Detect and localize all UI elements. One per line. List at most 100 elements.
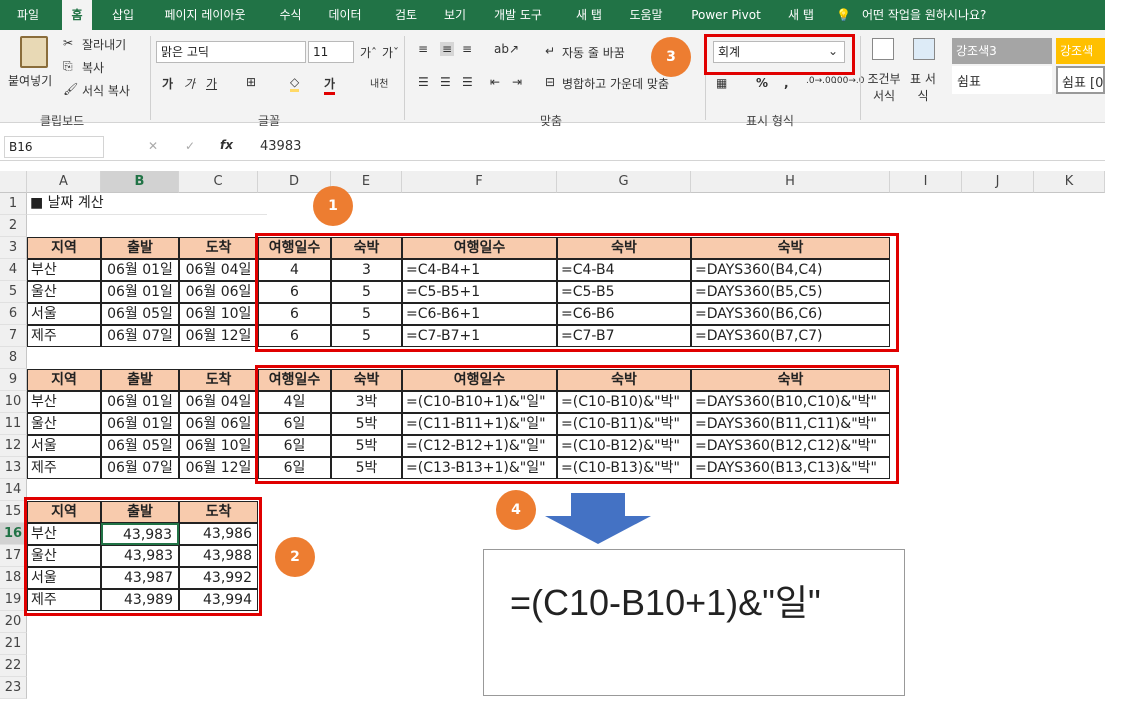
font-size-select[interactable]: 11 bbox=[308, 41, 354, 63]
cell-A15[interactable]: 지역 bbox=[27, 501, 101, 523]
comma-style-icon[interactable]: , bbox=[784, 76, 789, 90]
cell-B3[interactable]: 출발 bbox=[101, 237, 179, 259]
cell-C11[interactable]: 06월 06일 bbox=[179, 413, 258, 435]
column-header-A[interactable]: A bbox=[27, 171, 101, 193]
cell-A12[interactable]: 서울 bbox=[27, 435, 101, 457]
cell-F10[interactable]: =(C10-B10+1)&"일" bbox=[402, 391, 557, 413]
cell-D6[interactable]: 6 bbox=[258, 303, 331, 325]
cell-C3[interactable]: 도착 bbox=[179, 237, 258, 259]
cell-G4[interactable]: =C4-B4 bbox=[557, 259, 691, 281]
cell-B7[interactable]: 06월 07일 bbox=[101, 325, 179, 347]
border-icon[interactable]: ⊞ bbox=[246, 75, 256, 89]
cell-E3[interactable]: 숙박 bbox=[331, 237, 402, 259]
cell-E5[interactable]: 5 bbox=[331, 281, 402, 303]
cell-F3[interactable]: 여행일수 bbox=[402, 237, 557, 259]
cell-A9[interactable]: 지역 bbox=[27, 369, 101, 391]
tab-0[interactable]: 파일 bbox=[8, 0, 48, 30]
paste-button-label[interactable]: 붙여넣기 bbox=[8, 72, 52, 89]
cell-B9[interactable]: 출발 bbox=[101, 369, 179, 391]
cell-G11[interactable]: =(C10-B11)&"박" bbox=[557, 413, 691, 435]
wrap-text-button[interactable]: 자동 줄 바꿈 bbox=[562, 44, 625, 61]
cell-B19[interactable]: 43,989 bbox=[101, 589, 179, 611]
tab-6[interactable]: 검토 bbox=[382, 0, 430, 30]
align-left-icon[interactable]: ☰ bbox=[418, 75, 429, 89]
cell-D13[interactable]: 6일 bbox=[258, 457, 331, 479]
decrease-indent-icon[interactable]: ⇤ bbox=[490, 75, 500, 89]
cell-G3[interactable]: 숙박 bbox=[557, 237, 691, 259]
column-header-G[interactable]: G bbox=[557, 171, 691, 193]
cancel-icon[interactable]: ✕ bbox=[148, 139, 158, 153]
cell-style-comma[interactable]: 쉼표 bbox=[952, 66, 1052, 94]
cell-E11[interactable]: 5박 bbox=[331, 413, 402, 435]
cell-D7[interactable]: 6 bbox=[258, 325, 331, 347]
cell-style-accent3[interactable]: 강조색3 bbox=[952, 38, 1052, 64]
cell-B12[interactable]: 06월 05일 bbox=[101, 435, 179, 457]
cell-A17[interactable]: 울산 bbox=[27, 545, 101, 567]
align-right-icon[interactable]: ☰ bbox=[462, 75, 473, 89]
cell-F7[interactable]: =C7-B7+1 bbox=[402, 325, 557, 347]
cell-A7[interactable]: 제주 bbox=[27, 325, 101, 347]
row-header-10[interactable]: 10 bbox=[0, 391, 27, 413]
cell-F9[interactable]: 여행일수 bbox=[402, 369, 557, 391]
cell-H4[interactable]: =DAYS360(B4,C4) bbox=[691, 259, 890, 281]
tab-9[interactable]: 새 탭 bbox=[565, 0, 613, 30]
row-header-4[interactable]: 4 bbox=[0, 259, 27, 281]
tab-10[interactable]: 도움말 bbox=[618, 0, 674, 30]
cell-E12[interactable]: 5박 bbox=[331, 435, 402, 457]
cell-B11[interactable]: 06월 01일 bbox=[101, 413, 179, 435]
conditional-format-button[interactable]: 조건부 서식 bbox=[866, 70, 902, 104]
row-header-20[interactable]: 20 bbox=[0, 611, 27, 633]
format-as-table-icon[interactable] bbox=[913, 38, 935, 60]
cell-B5[interactable]: 06월 01일 bbox=[101, 281, 179, 303]
column-header-C[interactable]: C bbox=[179, 171, 258, 193]
conditional-format-icon[interactable] bbox=[872, 38, 894, 60]
cell-B13[interactable]: 06월 07일 bbox=[101, 457, 179, 479]
cell-H12[interactable]: =DAYS360(B12,C12)&"박" bbox=[691, 435, 890, 457]
row-header-22[interactable]: 22 bbox=[0, 655, 27, 677]
cell-G6[interactable]: =C6-B6 bbox=[557, 303, 691, 325]
column-header-H[interactable]: H bbox=[691, 171, 890, 193]
cell-F11[interactable]: =(C11-B11+1)&"일" bbox=[402, 413, 557, 435]
cell-G5[interactable]: =C5-B5 bbox=[557, 281, 691, 303]
cell-H13[interactable]: =DAYS360(B13,C13)&"박" bbox=[691, 457, 890, 479]
cell-C6[interactable]: 06월 10일 bbox=[179, 303, 258, 325]
cell-style-accent[interactable]: 강조색 bbox=[1056, 38, 1105, 64]
tab-11[interactable]: Power Pivot bbox=[682, 0, 770, 30]
tab-3[interactable]: 페이지 레이아웃 bbox=[155, 0, 255, 30]
cell-C4[interactable]: 06월 04일 bbox=[179, 259, 258, 281]
increase-decimal-icon[interactable]: .0→.00 bbox=[806, 76, 836, 86]
cell-G12[interactable]: =(C10-B12)&"박" bbox=[557, 435, 691, 457]
format-as-table-button[interactable]: 표 서식 bbox=[908, 70, 938, 104]
cell-A10[interactable]: 부산 bbox=[27, 391, 101, 413]
cell-H11[interactable]: =DAYS360(B11,C11)&"박" bbox=[691, 413, 890, 435]
select-all-corner[interactable] bbox=[0, 171, 27, 193]
row-header-13[interactable]: 13 bbox=[0, 457, 27, 479]
formula-input[interactable]: 43983 bbox=[260, 139, 301, 154]
row-header-2[interactable]: 2 bbox=[0, 215, 27, 237]
cell-E7[interactable]: 5 bbox=[331, 325, 402, 347]
tab-7[interactable]: 보기 bbox=[434, 0, 476, 30]
row-header-16[interactable]: 16 bbox=[0, 523, 27, 545]
cell-C18[interactable]: 43,992 bbox=[179, 567, 258, 589]
cell-style-comma0[interactable]: 쉼표 [0] bbox=[1056, 66, 1105, 94]
cell-G10[interactable]: =(C10-B10)&"박" bbox=[557, 391, 691, 413]
copy-button[interactable]: 복사 bbox=[82, 59, 104, 76]
cell-D3[interactable]: 여행일수 bbox=[258, 237, 331, 259]
cell-B15[interactable]: 출발 bbox=[101, 501, 179, 523]
phonetic-icon[interactable]: 내천 bbox=[370, 75, 388, 90]
cell-C10[interactable]: 06월 04일 bbox=[179, 391, 258, 413]
align-top-icon[interactable]: ≡ bbox=[418, 42, 428, 56]
cell-C5[interactable]: 06월 06일 bbox=[179, 281, 258, 303]
format-painter-button[interactable]: 서식 복사 bbox=[82, 82, 130, 99]
row-header-12[interactable]: 12 bbox=[0, 435, 27, 457]
cell-A13[interactable]: 제주 bbox=[27, 457, 101, 479]
row-header-19[interactable]: 19 bbox=[0, 589, 27, 611]
cell-B18[interactable]: 43,987 bbox=[101, 567, 179, 589]
cell-A16[interactable]: 부산 bbox=[27, 523, 101, 545]
font-name-select[interactable]: 맑은 고딕 bbox=[156, 41, 306, 63]
paste-icon[interactable] bbox=[20, 36, 48, 68]
cell-B17[interactable]: 43,983 bbox=[101, 545, 179, 567]
cell-H6[interactable]: =DAYS360(B6,C6) bbox=[691, 303, 890, 325]
row-header-8[interactable]: 8 bbox=[0, 347, 27, 369]
increase-indent-icon[interactable]: ⇥ bbox=[512, 75, 522, 89]
